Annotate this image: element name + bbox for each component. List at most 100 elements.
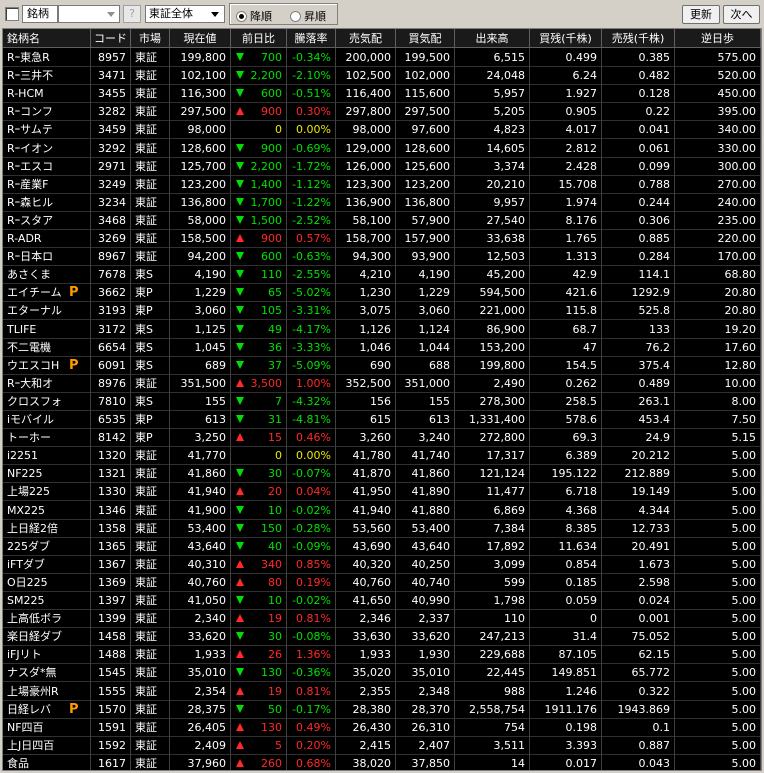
table-row[interactable]: Rｰ日本ロ 8967 東証 94,200 600 -0.63% 94,300 93,900 12…: [3, 247, 761, 267]
cell-text: i2251: [7, 449, 39, 463]
column-header[interactable]: 現在値: [170, 29, 231, 48]
column-header[interactable]: 売気配: [336, 29, 396, 48]
help-button[interactable]: ?: [123, 5, 141, 23]
table-row[interactable]: Rｰ三井不 3471 東証 102,100 2,200 -2.10% 102,500 102,…: [3, 66, 761, 86]
table-row[interactable]: Rｰコンフ 3282 東証 297,500 900 0.30% 297,800 297,500…: [3, 102, 761, 122]
table-row[interactable]: R-ADR 3269 東証 158,500 900 0.57% 158,700 157,900…: [3, 229, 761, 248]
cell-gyakuhibu: 68.80: [675, 265, 761, 285]
cell-text: 80: [268, 575, 282, 589]
cell-text: 東証: [135, 213, 157, 227]
column-header[interactable]: コード: [91, 29, 131, 48]
table-row[interactable]: 225ダブ 1365 東証 43,640 40 -0.09% 43,690 43,640 17,…: [3, 536, 761, 556]
column-header[interactable]: 買残(千株): [530, 29, 602, 48]
table-row[interactable]: Rｰイオン 3292 東証 128,600 900 -0.69% 129,000 128,60…: [3, 138, 761, 158]
cell-name: 楽日経ダブ: [3, 627, 91, 647]
cell-text: 10: [268, 503, 282, 517]
cell-text: 1,229: [194, 286, 227, 300]
cell-change: 7: [231, 391, 287, 411]
table-row[interactable]: Rｰサムテ 3459 東証 98,000 0 0.00% 98,000 97,600 4,823…: [3, 120, 761, 140]
cell-change-rate: -0.69%: [287, 138, 336, 158]
table-row[interactable]: クロスフォ 7810 東S 155 7 -4.32% 156 155 278,300 258.5 2…: [3, 391, 761, 411]
table-row[interactable]: Rｰ東急R 8957 東証 199,800 700 -0.34% 200,000 199,50…: [3, 48, 761, 67]
table-row[interactable]: トーホー 8142 東P 3,250 15 0.46% 3,260 3,240 272,800 6…: [3, 428, 761, 448]
cell-text: 20.212: [631, 449, 671, 463]
column-header[interactable]: 騰落率: [287, 29, 336, 48]
select-all-checkbox[interactable]: [5, 7, 19, 21]
table-row[interactable]: 上場豪州R 1555 東証 2,354 19 0.81% 2,355 2,348 988 1.24…: [3, 681, 761, 701]
table-row[interactable]: 上高低ボラ 1399 東証 2,340 19 0.81% 2,346 2,337 110 0 0.0…: [3, 609, 761, 629]
table-row[interactable]: 上日経2倍 1358 東証 53,400 150 -0.28% 53,560 53,400 7,…: [3, 518, 761, 538]
cell-text: 33,638: [486, 232, 526, 245]
market-select[interactable]: 東証全体: [145, 5, 225, 23]
cell-change-rate: 0.19%: [287, 572, 336, 592]
column-header[interactable]: 銘柄名: [3, 29, 91, 48]
toolbar: 銘柄 ? 東証全体 降順 昇順 更新 次へ: [0, 0, 764, 28]
table-row[interactable]: iモバイル 6535 東P 613 31 -4.81% 615 613 1,331,400 578…: [3, 410, 761, 429]
cell-name: R-ADR: [3, 229, 91, 248]
table-row[interactable]: 不二電機 6654 東S 1,045 36 -3.33% 1,046 1,044 153,200…: [3, 337, 761, 357]
cell-text: 41,880: [411, 503, 451, 517]
table-row[interactable]: SM225 1397 東証 41,050 10 -0.02% 41,650 40,990 1,7…: [3, 591, 761, 610]
cell-price: 689: [170, 355, 231, 375]
table-row[interactable]: ナスダ*無 1545 東証 35,010 130 -0.36% 35,020 35,010 22…: [3, 663, 761, 683]
column-header[interactable]: 出来高: [455, 29, 530, 48]
cell-text: 東証: [135, 521, 157, 535]
table-row[interactable]: TLIFE 3172 東S 1,125 49 -4.17% 1,126 1,124 86,900…: [3, 319, 761, 339]
table-row[interactable]: Rｰ大和オ 8976 東証 351,500 3,500 1.00% 352,500 351,0…: [3, 373, 761, 393]
cell-buy-balance: 69.3: [530, 428, 602, 448]
cell-buy-balance: 0: [530, 609, 602, 629]
cell-price: 123,200: [170, 174, 231, 194]
cell-text: -1.72%: [292, 159, 331, 173]
cell-change-rate: 0.49%: [287, 717, 336, 737]
arrow-down-icon: [236, 288, 244, 297]
cell-ask: 26,430: [336, 717, 396, 737]
table-row[interactable]: Rｰエスコ 2971 東証 125,700 2,200 -1.72% 126,000 125,…: [3, 156, 761, 176]
cell-text: 136,800: [404, 195, 451, 209]
table-row[interactable]: 楽日経ダブ 1458 東証 33,620 30 -0.08% 33,630 33,620 247…: [3, 627, 761, 647]
cell-text: Rｰ大和オ: [7, 376, 54, 390]
column-header[interactable]: 売残(千株): [602, 29, 675, 48]
column-header[interactable]: 前日比: [231, 29, 287, 48]
cell-bid: 33,620: [396, 627, 455, 647]
table-row[interactable]: 上場225 1330 東証 41,940 20 0.04% 41,950 41,890 11,4…: [3, 482, 761, 502]
table-row[interactable]: エイチーム P 3662 東P 1,229 65 -5.02% 1,230 1,229 594,5…: [3, 283, 761, 303]
cell-buy-balance: 1.313: [530, 247, 602, 267]
cell-text: 5.00: [731, 503, 757, 517]
cell-text: 300.00: [717, 159, 757, 173]
table-row[interactable]: 日経レバ P 1570 東証 28,375 50 -0.17% 28,380 28,370 2,5…: [3, 699, 761, 719]
stock-filter-combo[interactable]: [58, 5, 120, 23]
cell-name: O日225: [3, 572, 91, 592]
refresh-button[interactable]: 更新: [682, 5, 720, 24]
cell-text: -0.02%: [292, 594, 331, 607]
cell-code: 6654: [91, 337, 131, 357]
cell-bid: 97,600: [396, 120, 455, 140]
table-row[interactable]: MX225 1346 東証 41,900 10 -0.02% 41,940 41,880 6,8…: [3, 500, 761, 520]
column-header[interactable]: 市場: [131, 29, 170, 48]
table-row[interactable]: iFTダブ 1367 東証 40,310 340 0.85% 40,320 40,250 3,0…: [3, 554, 761, 574]
table-row[interactable]: 食品 1617 東証 37,960 260 0.68% 38,020 37,850 14 0.01…: [3, 753, 761, 770]
table-row[interactable]: NF225 1321 東証 41,860 30 -0.07% 41,870 41,860 121…: [3, 464, 761, 484]
cell-text: 150: [261, 521, 282, 535]
cell-text: 6535: [98, 413, 126, 426]
table-row[interactable]: R-HCM 3455 東証 116,300 600 -0.51% 116,400 115,60…: [3, 84, 761, 104]
next-button[interactable]: 次へ: [723, 5, 760, 24]
table-row[interactable]: Rｰ森ヒル 3234 東証 136,800 1,700 -1.22% 136,900 136,…: [3, 192, 761, 212]
table-row[interactable]: 上J日四百 1592 東証 2,409 5 0.20% 2,415 2,407 3,511 3.3…: [3, 735, 761, 755]
cell-gyakuhibu: 170.00: [675, 247, 761, 267]
column-header[interactable]: 逆日歩: [675, 29, 761, 48]
sort-asc-radio[interactable]: 昇順: [290, 8, 326, 24]
table-row[interactable]: NF四百 1591 東証 26,405 130 0.49% 26,430 26,310 754 0…: [3, 717, 761, 737]
table-row[interactable]: Rｰスタア 3468 東証 58,000 1,500 -2.52% 58,100 57,900…: [3, 210, 761, 230]
table-row[interactable]: エターナル 3193 東P 3,060 105 -3.31% 3,075 3,060 221,0…: [3, 301, 761, 321]
column-header[interactable]: 買気配: [396, 29, 455, 48]
cell-code: 8142: [91, 428, 131, 448]
cell-text: 525.8: [638, 304, 671, 318]
table-row[interactable]: i2251 1320 東証 41,770 0 0.00% 41,780 41,740 17,31…: [3, 446, 761, 466]
sort-desc-radio[interactable]: 降順: [236, 8, 272, 24]
table-row[interactable]: ウエスコH P 6091 東S 689 37 -5.09% 690 688 199,800 154.…: [3, 355, 761, 375]
table-row[interactable]: あさくま 7678 東S 4,190 110 -2.55% 4,210 4,190 45,200…: [3, 265, 761, 285]
table-row[interactable]: O日225 1369 東証 40,760 80 0.19% 40,760 40,740 599 0…: [3, 572, 761, 592]
table-row[interactable]: Rｰ産業F 3249 東証 123,200 1,400 -1.12% 123,300 123,…: [3, 174, 761, 194]
table-row[interactable]: iFJリト 1488 東証 1,933 26 1.36% 1,933 1,930 229,688…: [3, 645, 761, 665]
cell-change: 900: [231, 138, 287, 158]
